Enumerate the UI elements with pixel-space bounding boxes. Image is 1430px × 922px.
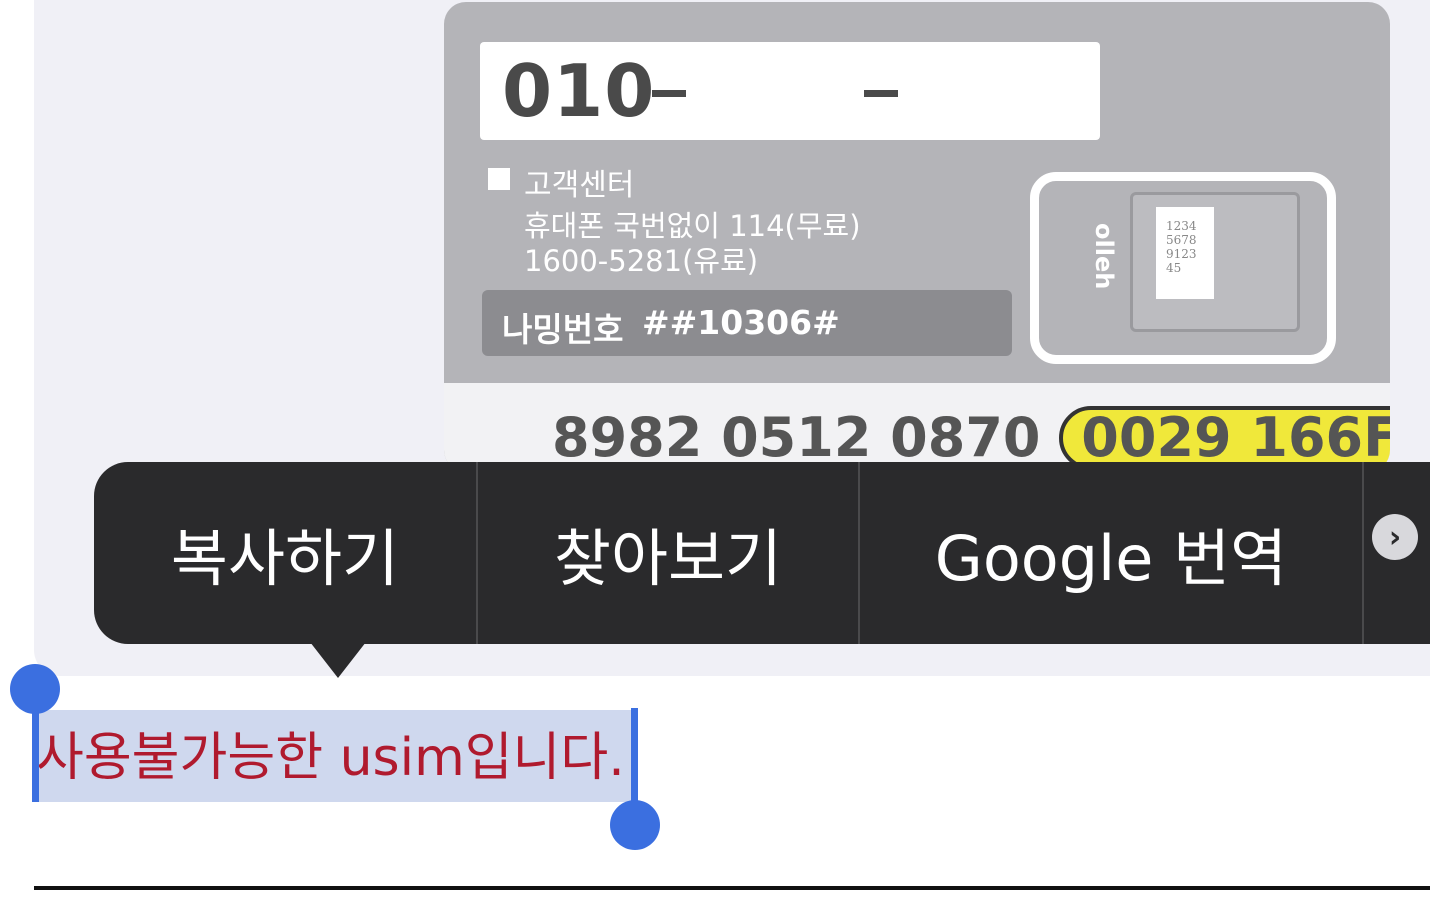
phone-prefix: 010	[502, 49, 656, 133]
carrier-logo: olleh	[1090, 222, 1118, 290]
selection-start-handle[interactable]	[10, 664, 60, 714]
menu-item-google-translate[interactable]: Google 번역	[860, 462, 1362, 644]
selected-message-text[interactable]: 사용불가능한 usim입니다.	[36, 718, 625, 798]
menu-pointer-arrow	[310, 642, 366, 678]
phone-number-box: 010	[480, 42, 1100, 140]
menu-item-copy[interactable]: 복사하기	[94, 462, 476, 644]
bullet-square-icon	[488, 168, 510, 190]
naming-label: 나밍번호	[502, 310, 624, 349]
menu-divider	[1362, 462, 1364, 644]
iccid-number: 8982 0512 0870 0029 166F	[552, 406, 1390, 470]
naming-code: ##10306#	[642, 303, 840, 342]
divider-line	[34, 886, 1430, 890]
sim-chip-numbers: 1234 5678 9123 45	[1156, 207, 1214, 299]
selection-end-handle[interactable]	[610, 800, 660, 850]
naming-code-box: 나밍번호 ##10306#	[482, 290, 1012, 356]
customer-center-line2: 1600-5281(유료)	[524, 244, 759, 278]
usim-card-image: 010 고객센터 휴대폰 국번없이 114(무료) 1600-5281(유료) …	[444, 2, 1390, 472]
customer-center-title: 고객센터	[524, 168, 635, 203]
iccid-main: 8982 0512 0870	[552, 406, 1041, 469]
chevron-right-icon[interactable]: ›	[1372, 514, 1418, 560]
text-selection-context-menu: 복사하기 찾아보기 Google 번역 ›	[94, 462, 1430, 644]
dash-1	[652, 90, 686, 97]
menu-item-look-up[interactable]: 찾아보기	[478, 462, 858, 644]
iccid-highlight: 0029 166F	[1059, 406, 1390, 470]
dash-2	[864, 90, 898, 97]
